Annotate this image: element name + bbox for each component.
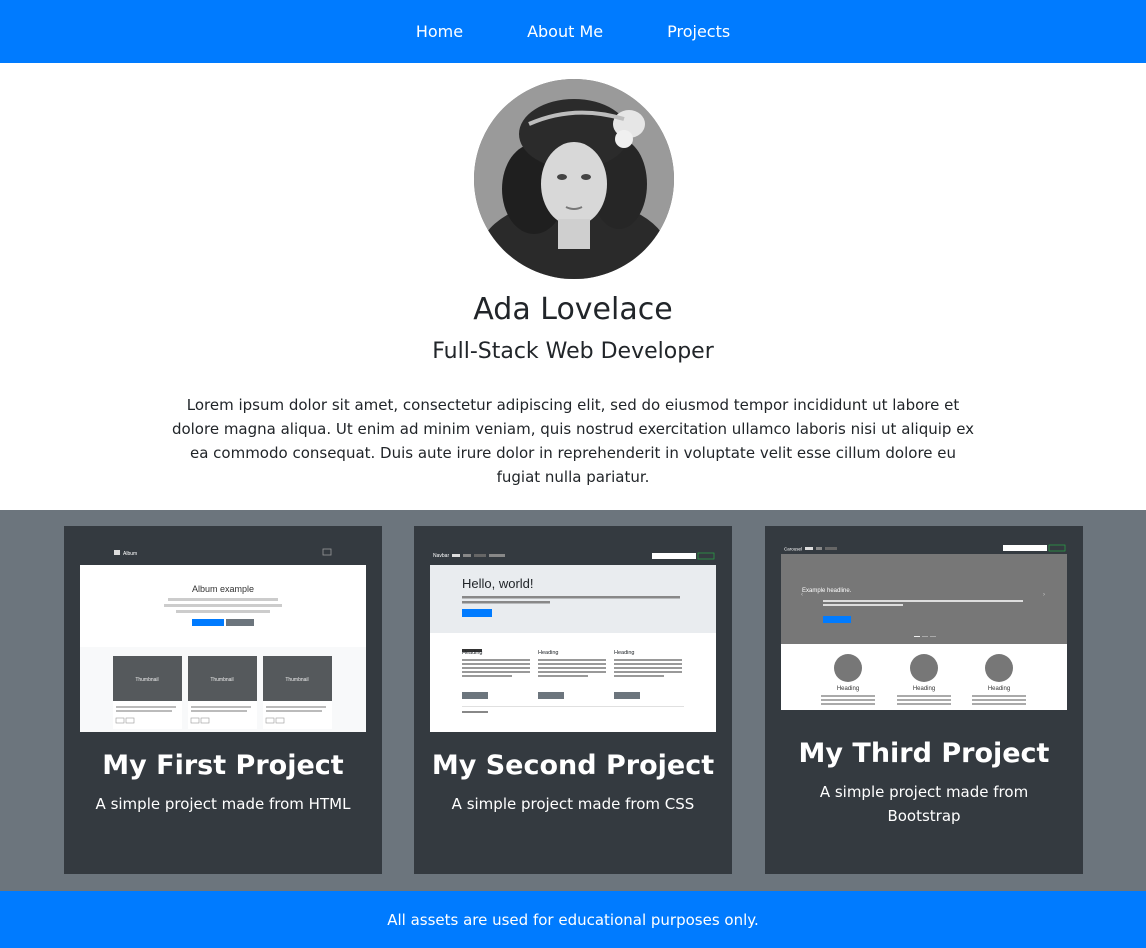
- thumb-heading-text: Album example: [192, 584, 254, 594]
- thumb-tile-text: Thumbnail: [210, 677, 233, 683]
- project-title: My Third Project: [798, 738, 1050, 769]
- thumb-heading-text: Example headline.: [802, 588, 852, 594]
- project-description: A simple project made from CSS: [451, 795, 695, 813]
- thumb-column-heading: Heading: [988, 686, 1010, 692]
- nav-projects-link[interactable]: Projects: [635, 22, 762, 41]
- thumb-column-heading: Heading: [538, 650, 559, 656]
- thumb-column-heading: Heading: [462, 650, 483, 656]
- svg-text:›: ›: [1043, 592, 1045, 598]
- thumb-column-heading: Heading: [913, 686, 935, 692]
- thumb-brand-text: Navbar: [433, 553, 449, 559]
- thumb-tile-text: Thumbnail: [285, 677, 308, 683]
- thumb-column-heading: Heading: [614, 650, 635, 656]
- thumb-brand-text: Carousel: [784, 547, 802, 552]
- project-card[interactable]: Carousel Example headline. ‹ › Heading H…: [765, 526, 1083, 874]
- projects-section: Album Album example Thumbnail Thumbnail …: [0, 510, 1146, 891]
- thumb-column-heading: Heading: [837, 686, 859, 692]
- nav-home-link[interactable]: Home: [384, 22, 495, 41]
- project-card[interactable]: Navbar Hello, world! Heading Heading Hea…: [414, 526, 732, 874]
- project-thumbnail: Carousel Example headline. ‹ › Heading H…: [781, 542, 1067, 710]
- profile-name: Ada Lovelace: [473, 292, 673, 327]
- project-thumbnail: Navbar Hello, world! Heading Heading Hea…: [430, 542, 716, 732]
- project-thumbnail: Album Album example Thumbnail Thumbnail …: [80, 542, 366, 732]
- nav-about-link[interactable]: About Me: [495, 22, 635, 41]
- footer-text: All assets are used for educational purp…: [387, 910, 759, 929]
- project-description: A simple project made from Bootstrap: [819, 783, 1029, 825]
- profile-bio: Lorem ipsum dolor sit amet, consectetur …: [171, 396, 975, 486]
- project-title: My Second Project: [431, 750, 715, 781]
- top-navbar: Home About Me Projects: [0, 0, 1146, 63]
- project-title: My First Project: [102, 750, 344, 781]
- profile-role: Full-Stack Web Developer: [432, 339, 714, 364]
- profile-section: Ada Lovelace Full-Stack Web Developer Lo…: [0, 63, 1146, 510]
- thumb-heading-text: Hello, world!: [462, 576, 534, 591]
- profile-avatar: [474, 79, 674, 279]
- project-card[interactable]: Album Album example Thumbnail Thumbnail …: [64, 526, 382, 874]
- project-description: A simple project made from HTML: [95, 795, 351, 813]
- page-footer: All assets are used for educational purp…: [0, 891, 1146, 948]
- svg-text:‹: ‹: [801, 592, 803, 598]
- thumb-brand-text: Album: [123, 551, 137, 557]
- thumb-tile-text: Thumbnail: [135, 677, 158, 683]
